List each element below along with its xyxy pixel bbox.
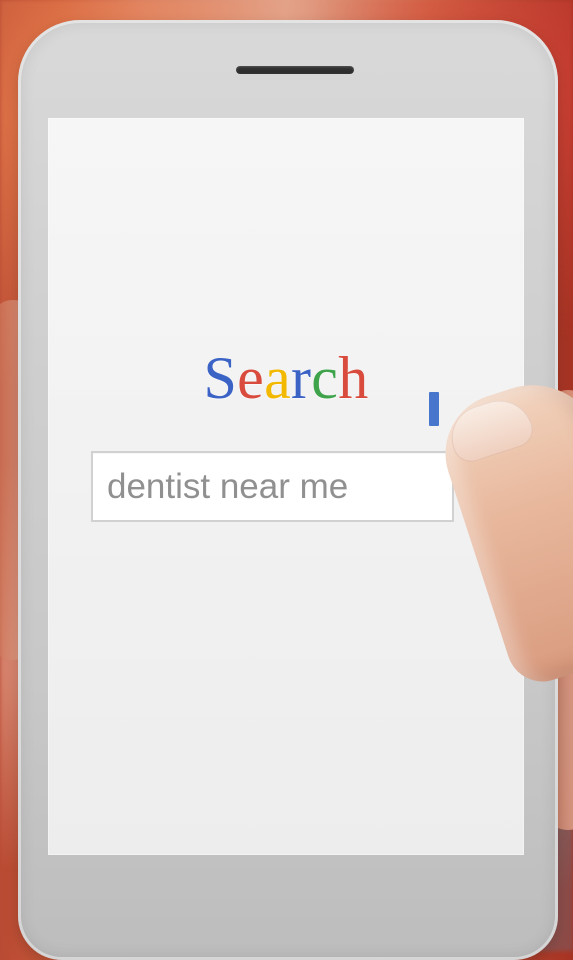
search-letter-a: a	[264, 345, 291, 411]
search-box[interactable]	[91, 451, 454, 522]
search-letter-r: r	[291, 345, 312, 411]
search-button-edge[interactable]	[429, 392, 439, 426]
speaker-slot	[236, 66, 354, 74]
search-input[interactable]	[107, 463, 437, 511]
search-letter-h: h	[338, 345, 369, 411]
search-letter-s: S	[203, 345, 238, 411]
search-letter-c: c	[311, 345, 339, 411]
search-letter-e: e	[237, 345, 265, 411]
search-wordmark: Search	[48, 348, 524, 408]
